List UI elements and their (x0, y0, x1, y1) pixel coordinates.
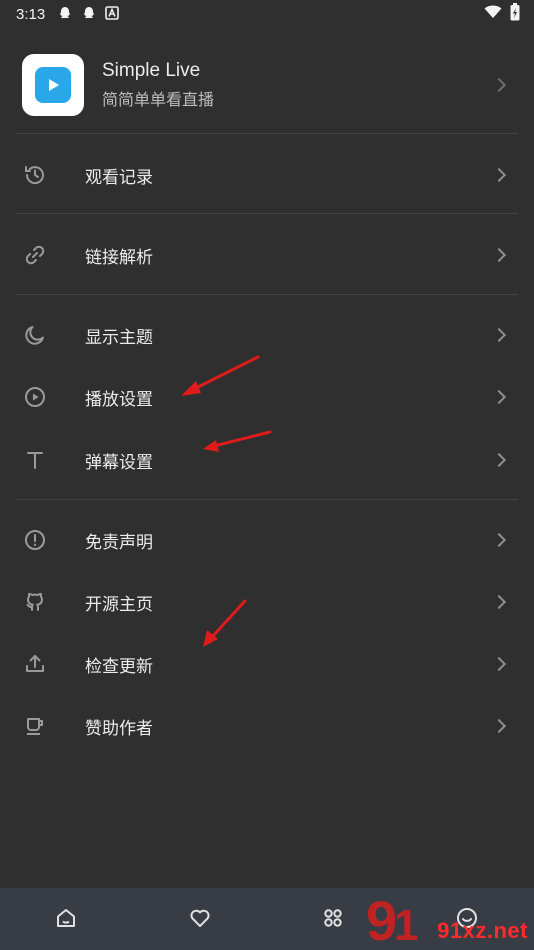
github-icon (22, 589, 48, 615)
coffee-cup-icon (22, 713, 48, 739)
chevron-right-icon (491, 452, 507, 468)
chevron-right-icon (491, 718, 507, 734)
svg-text:9: 9 (366, 889, 397, 950)
menu-label: 播放设置 (85, 389, 153, 410)
play-circle-icon (22, 384, 48, 410)
qq-notification-icon (57, 6, 73, 22)
divider (16, 294, 518, 295)
play-logo-icon (35, 67, 71, 103)
history-icon (22, 162, 48, 188)
wifi-icon (484, 5, 502, 23)
menu-item-history[interactable]: 观看记录 (0, 145, 534, 205)
app-info-row[interactable]: Simple Live 简简单单看直播 (0, 42, 534, 128)
menu-label: 显示主题 (85, 327, 153, 348)
home-icon[interactable] (52, 904, 80, 932)
menu-item-danmaku-settings[interactable]: 弹幕设置 (0, 430, 534, 490)
menu-item-sponsor[interactable]: 赞助作者 (0, 696, 534, 756)
menu-label: 观看记录 (85, 167, 153, 188)
chevron-right-icon (491, 389, 507, 405)
app-notification-icon (105, 6, 121, 22)
chevron-right-icon (491, 167, 507, 183)
menu-item-check-update[interactable]: 检查更新 (0, 634, 534, 694)
status-time: 3:13 (16, 5, 46, 23)
menu-item-link-parse[interactable]: 链接解析 (0, 225, 534, 285)
chevron-right-icon (491, 656, 507, 672)
menu-label: 弹幕设置 (85, 452, 153, 473)
link-icon (22, 242, 48, 268)
qq-notification-icon (81, 6, 97, 22)
app-name: Simple Live (102, 60, 201, 81)
alert-circle-icon (22, 527, 48, 553)
menu-label: 开源主页 (85, 594, 153, 615)
menu-label: 赞助作者 (85, 718, 153, 739)
divider (16, 213, 518, 214)
app-logo (22, 54, 84, 116)
chevron-right-icon (491, 532, 507, 548)
upload-icon (22, 651, 48, 677)
divider (16, 133, 518, 134)
menu-item-disclaimer[interactable]: 免责声明 (0, 510, 534, 570)
status-bar: 3:13 (0, 0, 534, 28)
text-icon (22, 447, 48, 473)
menu-item-open-source[interactable]: 开源主页 (0, 572, 534, 632)
heart-icon[interactable] (186, 904, 214, 932)
menu-item-theme[interactable]: 显示主题 (0, 305, 534, 365)
watermark-text: 91xz.net (437, 918, 528, 943)
menu-label: 链接解析 (85, 247, 153, 268)
svg-text:1: 1 (394, 901, 418, 950)
app-subtitle: 简简单单看直播 (102, 90, 215, 109)
chevron-right-icon (491, 594, 507, 610)
chevron-right-icon (491, 327, 507, 343)
menu-item-play-settings[interactable]: 播放设置 (0, 367, 534, 427)
divider (16, 499, 518, 500)
chevron-right-icon (491, 247, 507, 263)
chevron-right-icon (491, 77, 507, 93)
battery-icon (510, 3, 520, 25)
menu-label: 免责声明 (85, 532, 153, 553)
moon-icon (22, 322, 48, 348)
category-grid-icon[interactable] (319, 904, 347, 932)
menu-label: 检查更新 (85, 656, 153, 677)
site-watermark: 9 1 91xz.net (360, 888, 534, 950)
